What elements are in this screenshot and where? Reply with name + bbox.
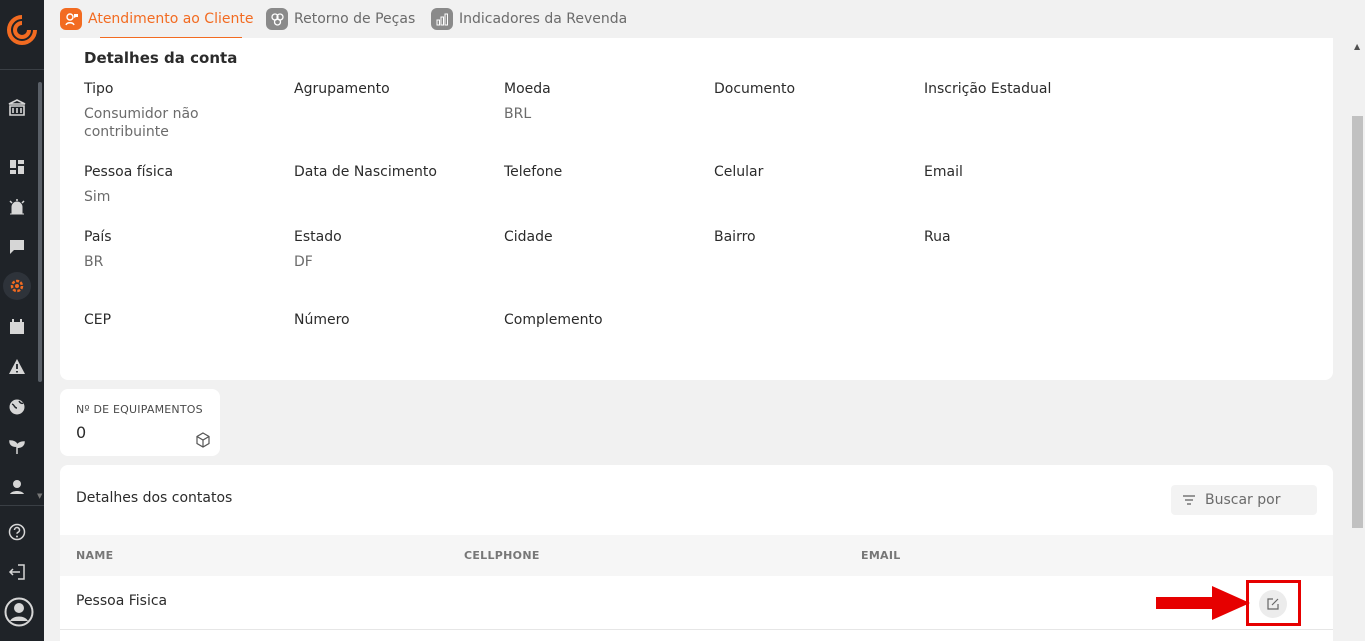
field-label-rua: Rua [924,229,951,245]
column-header-name[interactable]: NAME [76,549,113,562]
field-label-cidade: Cidade [504,229,553,245]
contacts-table-header: NAME CELLPHONE EMAIL [60,535,1333,576]
red-arrow-annotation-icon [1156,586,1250,620]
cube-icon [196,432,210,448]
column-header-email[interactable]: EMAIL [861,549,901,562]
calendar-icon[interactable] [6,316,28,338]
warning-icon[interactable] [6,356,28,378]
field-label-tipo: Tipo [84,81,114,97]
globe-icon[interactable] [6,396,28,418]
field-label-documento: Documento [714,81,796,97]
logout-icon[interactable] [6,561,28,583]
rail-divider-bottom [0,505,44,506]
field-label-email: Email [924,164,963,180]
field-label-numero: Número [294,312,350,328]
tab-label: Atendimento ao Cliente [88,11,254,27]
search-field[interactable] [1171,485,1317,515]
plant-icon[interactable] [6,436,28,458]
equipment-count-value: 0 [76,423,87,442]
app-logo-icon[interactable] [6,14,38,46]
scrollbar-thumb[interactable] [1352,116,1363,528]
field-label-moeda: Moeda [504,81,551,97]
store-icon[interactable] [6,97,28,119]
top-tab-bar: Atendimento ao Cliente Retorno de Peças … [44,0,1365,38]
field-value-tipo: Consumidor não contribuinte [84,106,199,140]
field-label-pais: País [84,229,112,245]
help-icon[interactable] [6,521,28,543]
section-title: Detalhes da conta [84,49,238,67]
field-label-complemento: Complemento [504,312,603,328]
alarm-icon[interactable] [6,196,28,218]
field-value-moeda: BRL [504,106,532,122]
field-label-celular: Celular [714,164,764,180]
field-label-inscricao-estadual: Inscrição Estadual [924,81,1052,97]
filter-icon [1183,495,1195,505]
tab-indicadores-da-revenda[interactable]: Indicadores da Revenda [431,6,627,32]
field-value-pessoa-fisica: Sim [84,189,111,205]
settings-gear-icon[interactable] [3,272,31,300]
field-label-estado: Estado [294,229,342,245]
tab-retorno-de-pecas[interactable]: Retorno de Peças [266,6,415,32]
search-input[interactable] [1205,492,1305,508]
rail-scroll-down-icon[interactable]: ▼ [37,492,42,500]
column-header-cellphone[interactable]: CELLPHONE [464,549,540,562]
contacts-title: Detalhes dos contatos [76,490,233,506]
field-value-pais: BR [84,254,104,270]
field-label-telefone: Telefone [504,164,563,180]
page-scrollbar[interactable]: ▲ [1350,38,1365,641]
left-rail: ▼ [0,0,44,641]
contact-name-cell: Pessoa Fisica [76,593,168,609]
account-details-card: Detalhes da conta Tipo Consumidor não co… [60,38,1333,380]
field-value-estado: DF [294,254,313,270]
parts-return-icon [266,8,288,30]
tab-atendimento-ao-cliente[interactable]: Atendimento ao Cliente [60,6,253,32]
rail-divider [0,69,44,70]
tab-label: Indicadores da Revenda [459,11,628,27]
field-label-agrupamento: Agrupamento [294,81,390,97]
contacts-details-card: Detalhes dos contatos NAME CELLPHONE EMA… [60,465,1333,641]
bar-chart-icon [431,8,453,30]
field-label-cep: CEP [84,312,112,328]
equipment-count-card: Nº DE EQUIPAMENTOS 0 [60,389,220,456]
user-avatar-icon[interactable] [4,597,34,627]
customer-service-icon [60,8,82,30]
field-label-bairro: Bairro [714,229,756,245]
field-label-data-nascimento: Data de Nascimento [294,164,437,180]
location-user-icon[interactable] [6,476,28,498]
tab-label: Retorno de Peças [294,11,416,27]
rail-scrollbar[interactable] [38,82,42,382]
table-row[interactable]: Pessoa Fisica [60,576,1333,630]
equipment-count-label: Nº DE EQUIPAMENTOS [76,403,203,416]
chat-icon[interactable] [6,236,28,258]
scroll-up-icon[interactable]: ▲ [1354,42,1360,51]
field-label-pessoa-fisica: Pessoa física [84,164,174,180]
dashboard-icon[interactable] [6,156,28,178]
red-highlight-box [1246,580,1301,626]
